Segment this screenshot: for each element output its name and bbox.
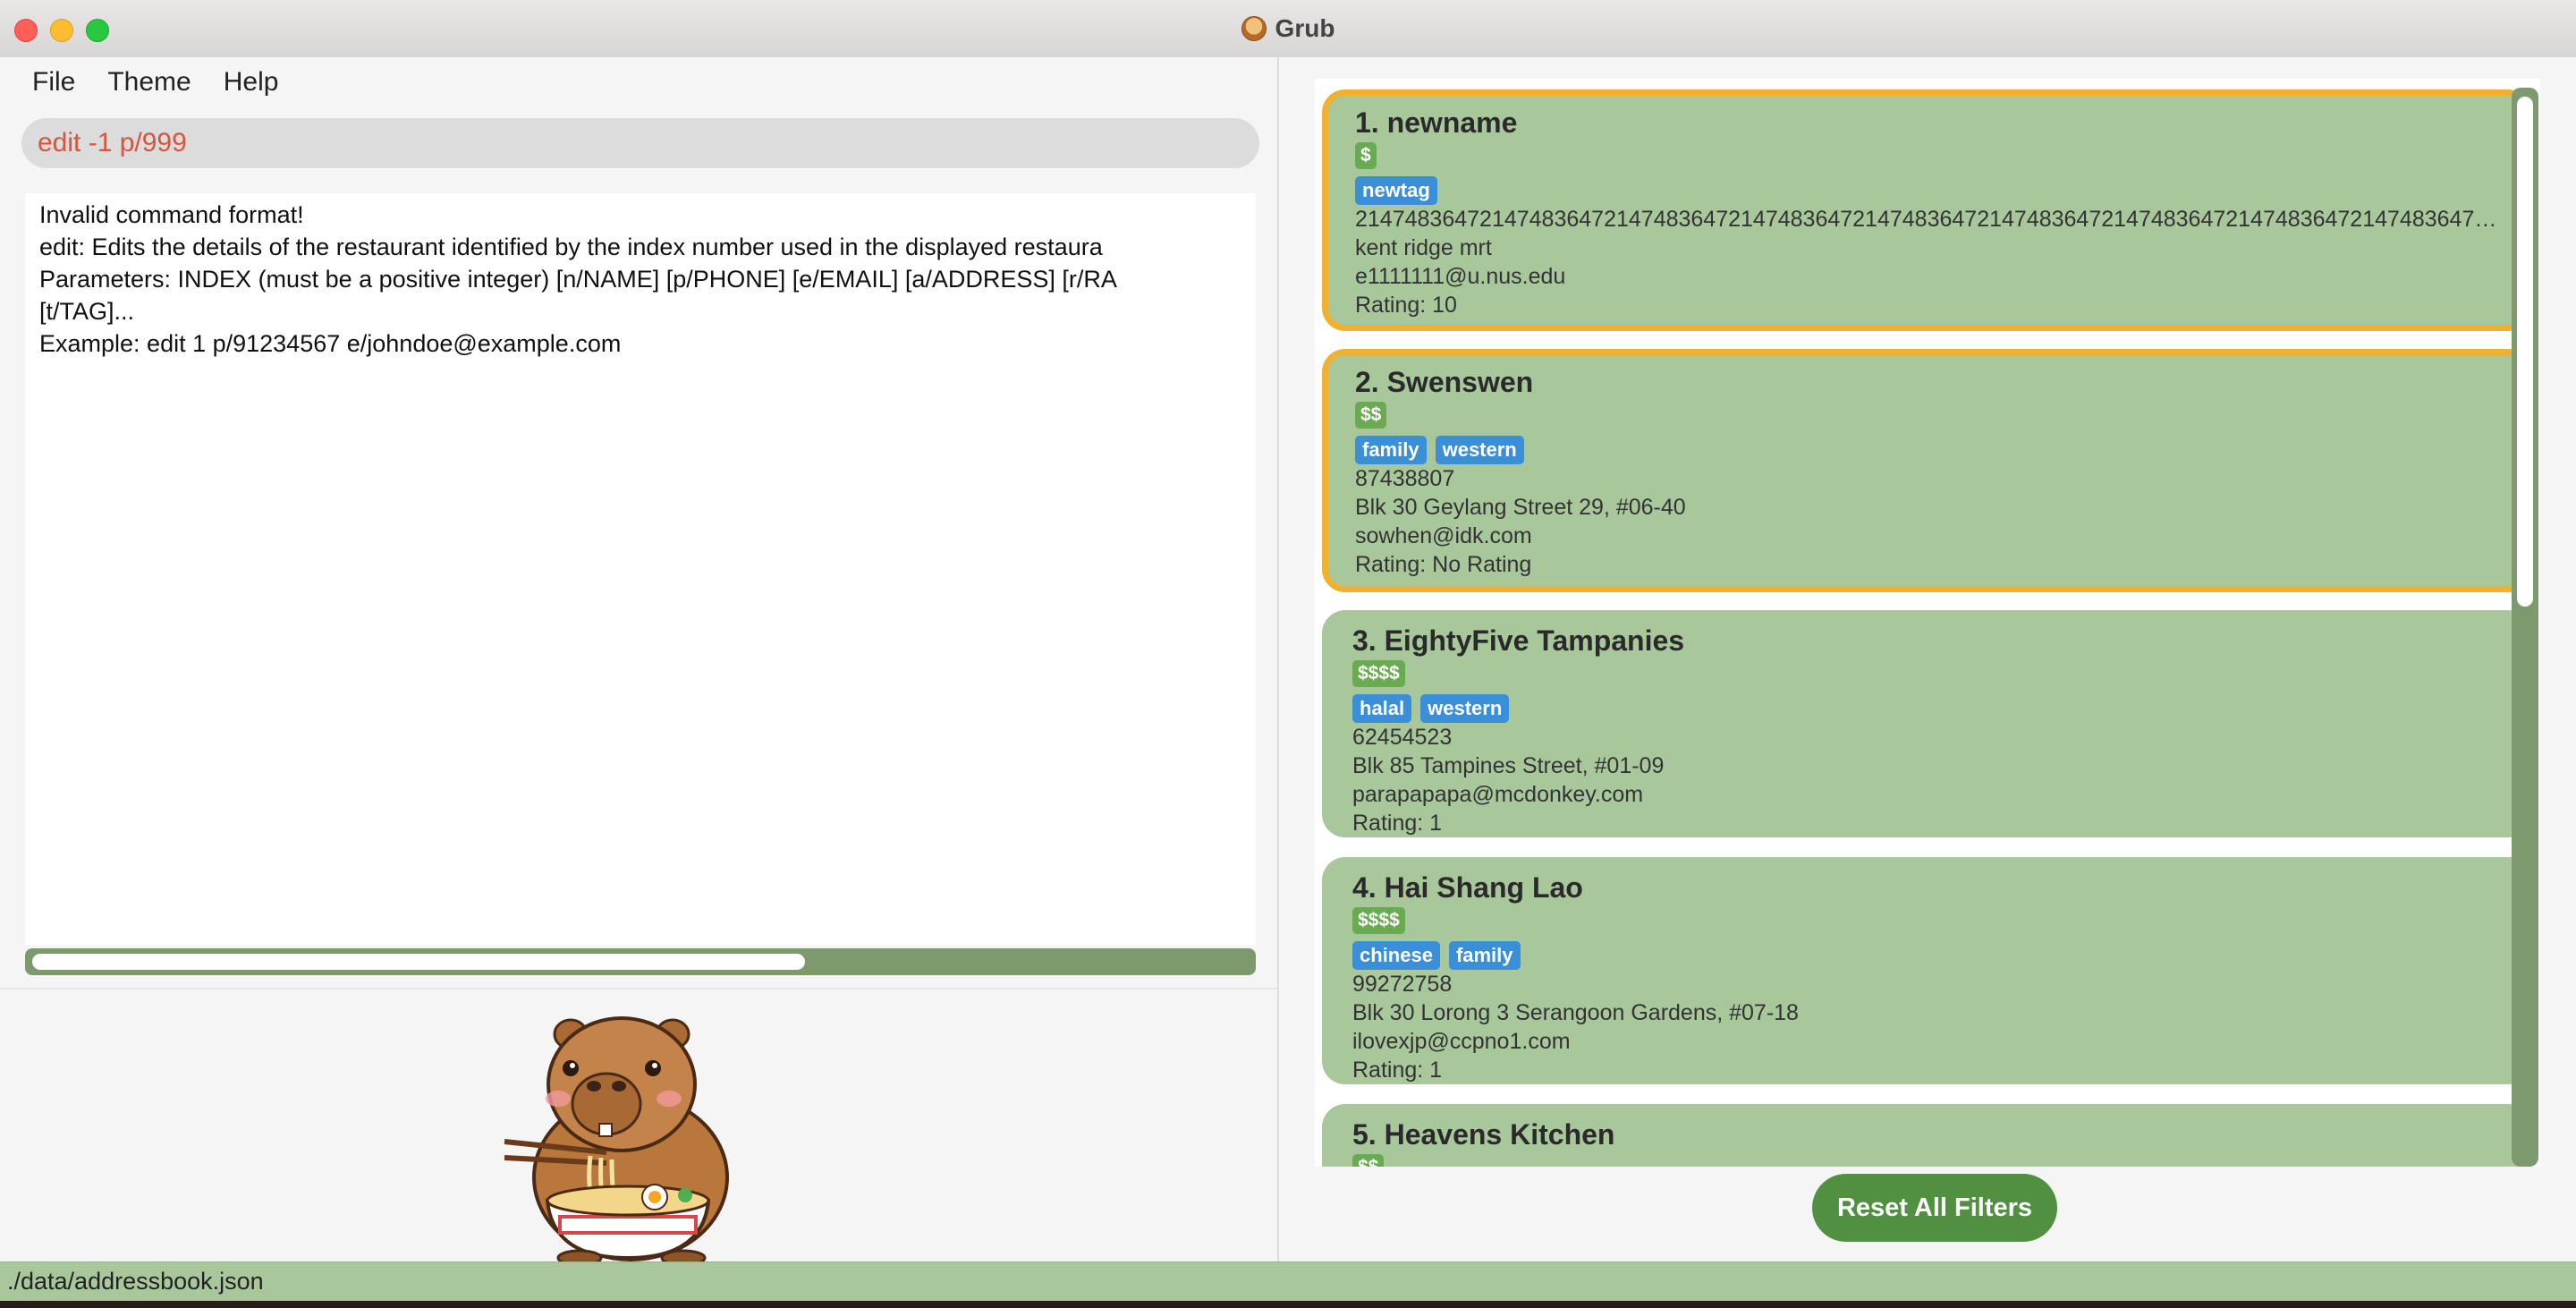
- scrollbar-thumb[interactable]: [2517, 97, 2533, 607]
- price-badge: $$: [1352, 1154, 1385, 1167]
- result-display[interactable]: Invalid command format! edit: Edits the …: [25, 193, 1256, 945]
- price-badge: $$$$: [1352, 660, 1405, 687]
- restaurant-name: 4. Hai Shang Lao: [1352, 871, 1583, 904]
- tag-badge: newtag: [1355, 176, 1437, 205]
- title-bar[interactable]: Grub: [0, 0, 2576, 58]
- restaurant-email: sowhen@idk.com: [1355, 523, 1532, 548]
- reset-filters-button[interactable]: Reset All Filters: [1812, 1174, 2057, 1242]
- command-input[interactable]: [21, 118, 1259, 168]
- restaurant-name: 1. newname: [1355, 106, 1518, 139]
- list-vertical-scrollbar[interactable]: [2512, 88, 2538, 1167]
- desktop-strip: [0, 1301, 2576, 1308]
- tag-badge: family: [1355, 436, 1427, 464]
- restaurant-rating: Rating: 1: [1352, 1057, 1443, 1083]
- restaurant-phone: 2147483647214748364721474836472147483647…: [1355, 207, 2498, 232]
- restaurant-name: 3. EightyFive Tampanies: [1352, 624, 1685, 657]
- result-line: Invalid command format!: [39, 201, 304, 228]
- menu-bar: File Theme Help: [0, 57, 1277, 107]
- tag-badge: halal: [1352, 694, 1412, 723]
- hamburger-icon: [1241, 16, 1267, 41]
- restaurant-rating: Rating: No Rating: [1355, 552, 1532, 577]
- result-horizontal-scrollbar[interactable]: [25, 948, 1256, 975]
- restaurant-rating: Rating: 1: [1352, 811, 1443, 836]
- restaurant-address: Blk 30 Geylang Street 29, #06-40: [1355, 495, 1686, 520]
- window-title: Grub: [1275, 14, 1335, 42]
- tag-badge: chinese: [1352, 941, 1440, 970]
- result-line: [t/TAG]...: [39, 298, 135, 325]
- menu-file[interactable]: File: [0, 67, 107, 98]
- app-window: Grub File Theme Help Invalid command for…: [0, 0, 2576, 1308]
- capybara-mascot-illustration: [504, 1016, 729, 1263]
- restaurant-card[interactable]: 4. Hai Shang Lao $$$$ chinese family 992…: [1322, 857, 2531, 1084]
- restaurant-address: Blk 85 Tampines Street, #01-09: [1352, 753, 1665, 778]
- restaurant-phone: 99272758: [1352, 972, 1453, 997]
- restaurant-card[interactable]: 2. Swenswen $$ family western 87438807 B…: [1322, 349, 2531, 592]
- menu-help[interactable]: Help: [224, 67, 311, 98]
- divider: [0, 988, 1277, 989]
- restaurant-card[interactable]: 1. newname $ newtag 21474836472147483647…: [1322, 89, 2531, 331]
- save-file-path: ./data/addressbook.json: [7, 1268, 264, 1295]
- tag-badge: family: [1448, 941, 1521, 970]
- restaurant-phone: 62454523: [1352, 725, 1453, 750]
- tag-list: newtag: [1355, 176, 2498, 205]
- menu-theme[interactable]: Theme: [107, 67, 223, 98]
- price-badge: $$$$: [1352, 907, 1405, 934]
- tag-list: chinese family: [1352, 941, 2501, 970]
- restaurant-card[interactable]: 3. EightyFive Tampanies $$$$ halal weste…: [1322, 610, 2531, 837]
- tag-badge: western: [1420, 694, 1510, 723]
- restaurant-list[interactable]: 1. newname $ newtag 21474836472147483647…: [1315, 79, 2540, 1167]
- restaurant-address: kent ridge mrt: [1355, 235, 1492, 260]
- right-pane: 1. newname $ newtag 21474836472147483647…: [1279, 57, 2576, 1261]
- left-pane: File Theme Help Invalid command format! …: [0, 57, 1279, 1263]
- tag-badge: western: [1435, 436, 1524, 464]
- restaurant-address: Blk 30 Lorong 3 Serangoon Gardens, #07-1…: [1352, 1000, 1799, 1025]
- restaurant-name: 2. Swenswen: [1355, 366, 1534, 398]
- result-line: edit: Edits the details of the restauran…: [39, 234, 1103, 260]
- tag-list: halal western: [1352, 694, 2501, 723]
- tag-list: family western: [1355, 436, 2498, 464]
- price-badge: $: [1355, 142, 1377, 169]
- status-bar: ./data/addressbook.json: [0, 1261, 2576, 1302]
- title-wrap: Grub: [0, 0, 2576, 57]
- result-line: Parameters: INDEX (must be a positive in…: [39, 266, 1117, 293]
- restaurant-rating: Rating: 10: [1355, 293, 1457, 318]
- restaurant-card[interactable]: 5. Heavens Kitchen $$: [1322, 1104, 2531, 1167]
- scrollbar-thumb[interactable]: [32, 954, 805, 970]
- result-line: Example: edit 1 p/91234567 e/johndoe@exa…: [39, 330, 622, 357]
- restaurant-email: ilovexjp@ccpno1.com: [1352, 1029, 1571, 1054]
- restaurant-email: parapapapa@mcdonkey.com: [1352, 782, 1644, 807]
- restaurant-email: e1111111@u.nus.edu: [1355, 264, 1566, 289]
- restaurant-name: 5. Heavens Kitchen: [1352, 1118, 1615, 1151]
- restaurant-phone: 87438807: [1355, 466, 1455, 491]
- price-badge: $$: [1355, 402, 1387, 429]
